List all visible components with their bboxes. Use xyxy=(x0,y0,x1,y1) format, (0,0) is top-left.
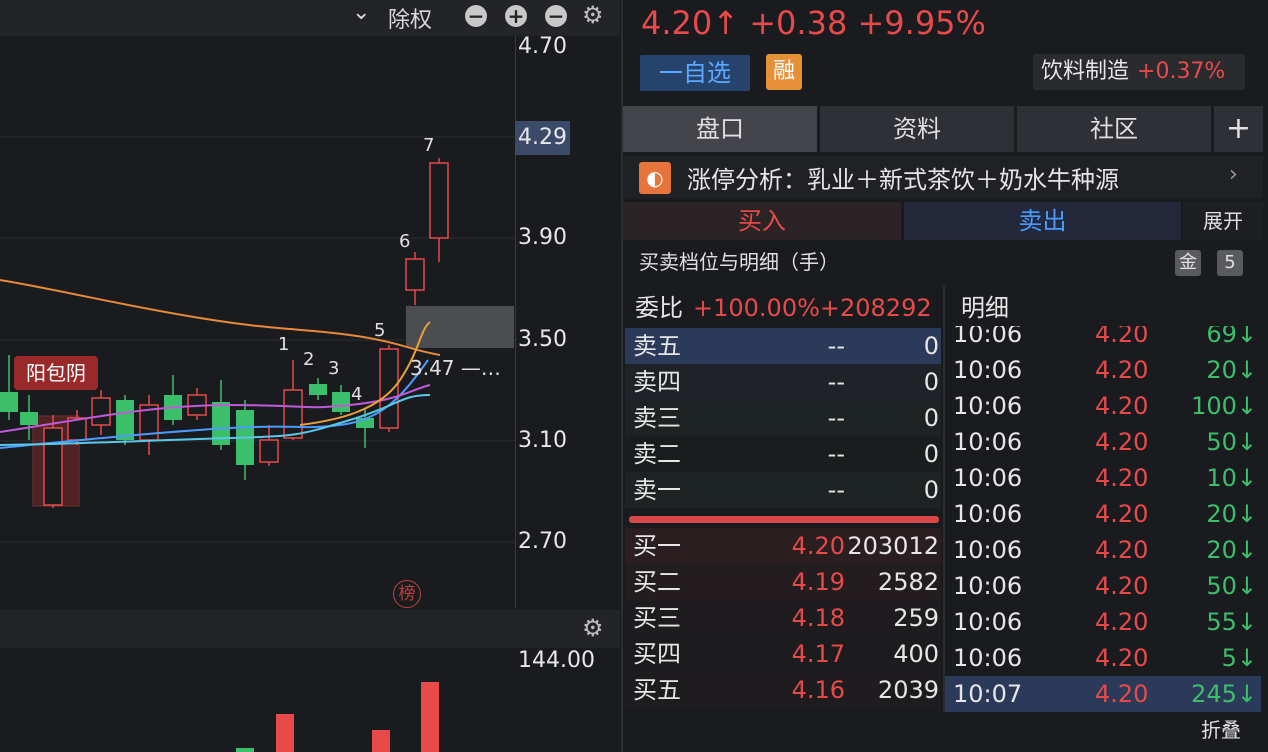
remove-watchlist-button[interactable]: 一自选 xyxy=(640,55,750,91)
price-tick: 4.70 xyxy=(518,34,567,59)
candle-number: 5 xyxy=(374,320,386,341)
volume-bar xyxy=(421,682,439,752)
price-tick: 3.10 xyxy=(518,428,567,453)
price-tick: 2.70 xyxy=(518,529,567,554)
industry-name: 饮料制造 xyxy=(1041,59,1130,84)
weibi-value: +100.00%+208292 xyxy=(693,294,932,322)
volume-toolbar: ⚙ xyxy=(0,610,620,648)
pattern-label[interactable]: 阳包阴 xyxy=(14,356,98,390)
limit-zone xyxy=(406,306,514,348)
gold-badge[interactable]: 金 xyxy=(1175,250,1201,276)
candle-number: 4 xyxy=(351,384,363,405)
volume-bar xyxy=(372,730,390,752)
buy-button[interactable]: 买入 xyxy=(623,202,901,240)
price-change: +0.38 xyxy=(749,4,848,42)
trade-bar: 买入 卖出 展开 xyxy=(623,202,1263,240)
last-price: 4.20↑ xyxy=(641,4,740,42)
candle-body xyxy=(309,384,327,395)
bid-row[interactable]: 买五 4.16 2039 xyxy=(625,672,941,708)
price-line: 4.20↑ +0.38 +9.95% xyxy=(641,4,986,42)
bid-row[interactable]: 买一 4.20 203012 xyxy=(625,528,941,564)
trade-row[interactable]: 10:06 4.20 20↓ xyxy=(945,496,1261,532)
price-tick: 3.90 xyxy=(518,225,567,250)
price-tick: 3.50 xyxy=(518,327,567,352)
weibi-label: 委比 xyxy=(635,294,683,322)
bang-icon[interactable]: 榜 xyxy=(393,580,421,608)
sell-button[interactable]: 卖出 xyxy=(904,202,1181,240)
candle-body xyxy=(43,427,63,506)
trade-row[interactable]: 10:06 4.20 20↓ xyxy=(945,532,1261,568)
chevron-right-icon: › xyxy=(1229,162,1238,187)
ask-row[interactable]: 卖二 -- 0 xyxy=(625,436,941,472)
add-tab-button[interactable]: + xyxy=(1214,106,1263,152)
ask-row[interactable]: 卖三 -- 0 xyxy=(625,400,941,436)
trade-row[interactable]: 10:06 4.20 69↓ xyxy=(945,326,1261,352)
volume-bar xyxy=(276,714,294,752)
current-price-tag: 4.29 xyxy=(515,121,570,155)
candle-number: 2 xyxy=(303,349,315,370)
candle-body xyxy=(405,258,425,291)
ratio-bar xyxy=(629,516,939,523)
trade-row[interactable]: 10:06 4.20 100↓ xyxy=(945,388,1261,424)
limit-up-analysis[interactable]: ◐ 涨停分析：乳业＋新式茶饮＋奶水牛种源 › xyxy=(623,156,1263,198)
candle-body xyxy=(20,412,38,425)
mingxi-label: 明细 xyxy=(961,294,1009,322)
expand-button[interactable]: 展开 xyxy=(1183,202,1263,240)
tab-bar: 盘口 资料 社区 + xyxy=(623,106,1263,152)
tab-shequ[interactable]: 社区 xyxy=(1017,106,1211,152)
candle-body xyxy=(429,162,449,239)
trade-row[interactable]: 10:06 4.20 5↓ xyxy=(945,640,1261,676)
weibi: 委比 +100.00%+208292 xyxy=(635,288,932,323)
candle-body xyxy=(379,348,399,429)
ask-row[interactable]: 卖四 -- 0 xyxy=(625,364,941,400)
candle-body xyxy=(332,392,350,412)
candle-number: 7 xyxy=(423,135,435,156)
price-change-pct: +9.95% xyxy=(857,4,986,42)
bid-row[interactable]: 买四 4.17 400 xyxy=(625,636,941,672)
trade-row[interactable]: 10:06 4.20 50↓ xyxy=(945,424,1261,460)
analysis-icon: ◐ xyxy=(639,162,671,194)
collapse-button[interactable]: 折叠 xyxy=(1201,714,1241,743)
limit-up-text: 涨停分析：乳业＋新式茶饮＋奶水牛种源 xyxy=(687,166,1119,194)
tab-pankou[interactable]: 盘口 xyxy=(623,106,817,152)
candle-body xyxy=(91,397,111,426)
trade-row[interactable]: 10:06 4.20 50↓ xyxy=(945,568,1261,604)
candle-body xyxy=(259,439,279,463)
candle-number: 3 xyxy=(328,358,340,379)
tab-ziliao[interactable]: 资料 xyxy=(820,106,1014,152)
ask-row[interactable]: 卖一 -- 0 xyxy=(625,472,941,508)
gear-icon[interactable]: ⚙ xyxy=(582,614,604,642)
quote-panel: 4.20↑ +0.38 +9.95% 一自选 融 饮料制造 +0.37% 盘口 资… xyxy=(621,0,1268,752)
candle-number: 6 xyxy=(399,231,411,252)
ma-line-orange xyxy=(0,279,441,356)
level-badge[interactable]: 5 xyxy=(1217,250,1243,276)
ask-row[interactable]: 卖五 -- 0 xyxy=(625,328,941,364)
trade-row[interactable]: 10:06 4.20 10↓ xyxy=(945,460,1261,496)
bid-row[interactable]: 买三 4.18 259 xyxy=(625,600,941,636)
industry-change: +0.37% xyxy=(1137,59,1226,84)
volume-tick: 144.00 xyxy=(518,648,595,673)
orderbook-title: 买卖档位与明细（手） xyxy=(639,250,839,274)
kline-panel[interactable]: ⌄ 除权 − + − ⚙ 4.70 4.29 3.90 3.50 3.10 2.… xyxy=(0,0,620,752)
trade-row[interactable]: 10:06 4.20 55↓ xyxy=(945,604,1261,640)
candle-body xyxy=(116,400,134,440)
ma-value-label: 3.47 —… xyxy=(410,356,501,380)
trade-detail-list[interactable]: 10:06 4.20 69↓ 10:06 4.20 20↓ 10:06 4.20 100↓ 10:… xyxy=(945,326,1261,712)
candle-body xyxy=(283,389,303,439)
margin-badge[interactable]: 融 xyxy=(766,54,802,90)
candle-body xyxy=(0,392,18,412)
bid-row[interactable]: 买二 4.19 2582 xyxy=(625,564,941,600)
volume-bar xyxy=(236,748,254,752)
candle-number: 1 xyxy=(278,334,290,355)
industry-tag[interactable]: 饮料制造 +0.37% xyxy=(1033,54,1245,90)
trade-row[interactable]: 10:07 4.20 245↓ xyxy=(945,676,1261,712)
trade-row[interactable]: 10:06 4.20 20↓ xyxy=(945,352,1261,388)
